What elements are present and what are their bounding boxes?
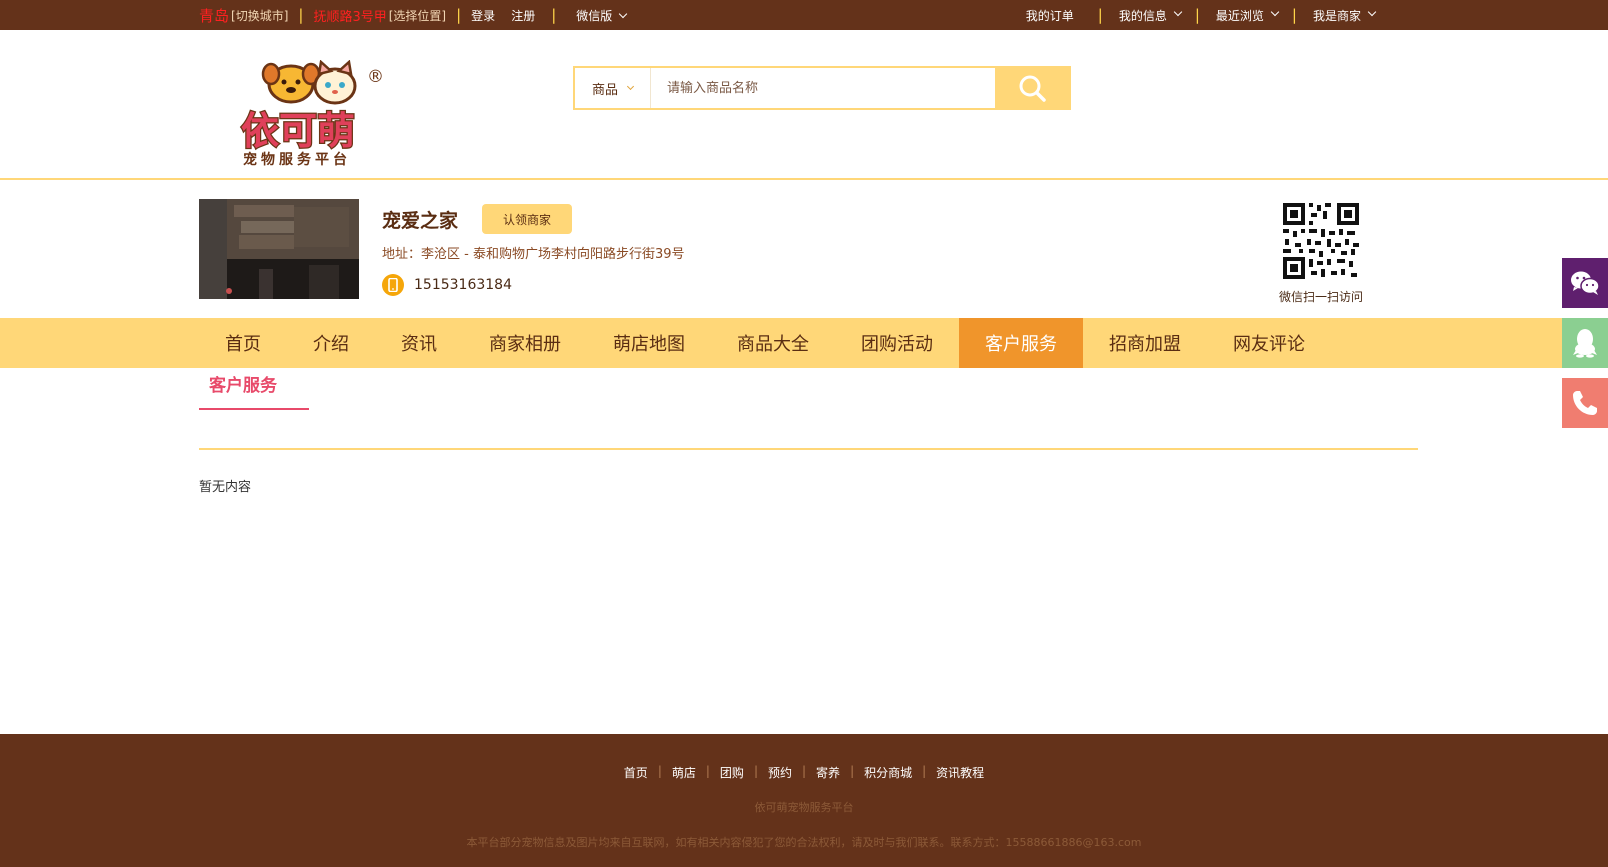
footer-link-shops[interactable]: 萌店 [672,766,696,780]
top-bar-right: 我的订单 | 我的信息 | 最近浏览 | 我是商家 [1026,0,1377,30]
register-link[interactable]: 注册 [511,7,535,24]
my-info-label: 我的信息 [1118,8,1167,23]
top-bar-left: 青岛 [切换城市] | 抚顺路3号甲 [选择位置] | 登录 注册 | 微信版 [199,0,628,30]
divider: | [1291,6,1297,24]
store-phone-number: 15153163184 [414,277,512,293]
qq-penguin-icon [1573,329,1597,358]
nav-item-franchise[interactable]: 招商加盟 [1083,318,1207,368]
footer-link-boarding[interactable]: 寄养 [816,766,840,780]
header: ® 依可萌 宠物服务平台 商品 [0,30,1608,180]
store-nav: 首页 介绍 资讯 商家相册 萌店地图 商品大全 团购活动 客户服务 招商加盟 网… [0,318,1608,368]
divider: | [1194,6,1200,24]
store-photo [199,199,359,299]
qr-code [1281,201,1361,281]
search-button[interactable] [995,68,1069,108]
divider: | [850,764,855,778]
qr-code-label: 微信扫一扫访问 [1278,290,1363,304]
search-bar: 商品 [573,66,1071,110]
my-info-menu[interactable]: 我的信息 [1118,7,1183,24]
nav-item-news[interactable]: 资讯 [375,318,463,368]
nav-item-home[interactable]: 首页 [199,318,287,368]
divider: | [705,764,710,778]
current-location: 抚顺路3号甲 [313,9,387,25]
merchant-menu[interactable]: 我是商家 [1312,7,1377,24]
recent-browse-label: 最近浏览 [1215,8,1264,23]
divider: | [1097,6,1103,24]
chevron-down-icon [1367,7,1377,17]
footer-disclaimer: 本平台部分宠物信息及图片均来自互联网，如有相关内容侵犯了您的合法权利，请及时与我… [466,836,1142,849]
merchant-label: 我是商家 [1312,8,1361,23]
divider: | [657,764,662,778]
footer: 首页 | 萌店 | 团购 | 预约 | 寄养 | 积分商城 | 资讯教程 依可萌… [0,734,1608,867]
my-orders-link[interactable]: 我的订单 [1026,7,1074,24]
wechat-version-menu[interactable]: 微信版 [576,7,628,24]
store-photo-image [199,199,359,299]
store-info: 宠爱之家 认领商家 地址：李沧区 - 泰和购物广场李村向阳路步行街39号 151… [0,182,1608,318]
qr-code-icon [1281,201,1361,281]
search-category-label: 商品 [591,82,618,98]
switch-city-link[interactable]: [切换城市] [231,7,288,24]
wechat-float-button[interactable] [1562,258,1608,308]
footer-site-name: 依可萌宠物服务平台 [754,801,854,814]
footer-link-home[interactable]: 首页 [624,766,648,780]
chevron-down-icon [1173,7,1183,17]
phone-float-button[interactable] [1562,378,1608,428]
nav-item-products[interactable]: 商品大全 [711,318,835,368]
empty-content-text: 暂无内容 [199,480,252,495]
divider: | [922,764,927,778]
store-phone: 15153163184 [382,274,512,296]
nav-item-intro[interactable]: 介绍 [287,318,375,368]
registered-mark: ® [367,67,384,87]
chevron-down-icon [619,9,628,18]
top-bar: 青岛 [切换城市] | 抚顺路3号甲 [选择位置] | 登录 注册 | 微信版 … [0,0,1608,30]
section-title: 客户服务 [199,368,309,410]
footer-link-booking[interactable]: 预约 [768,766,792,780]
logo-tagline: 宠物服务平台 [243,151,351,168]
footer-link-points-mall[interactable]: 积分商城 [864,766,912,780]
qq-float-button[interactable] [1562,318,1608,368]
nav-item-map[interactable]: 萌店地图 [587,318,711,368]
divider: | [456,6,462,24]
choose-location-link[interactable]: [选择位置] [389,7,446,24]
logo-name: 依可萌 [241,109,355,153]
nav-item-reviews[interactable]: 网友评论 [1207,318,1331,368]
chevron-down-icon [1270,7,1280,17]
wechat-icon [1571,271,1600,295]
current-city: 青岛 [199,6,230,25]
search-input[interactable] [651,68,995,108]
phone-icon [1573,391,1597,415]
nav-item-customer-service[interactable]: 客户服务 [959,318,1083,368]
nav-item-album[interactable]: 商家相册 [463,318,587,368]
login-link[interactable]: 登录 [471,7,495,24]
store-name: 宠爱之家 [382,210,459,232]
wechat-version-label: 微信版 [576,8,613,23]
divider: | [753,764,758,778]
footer-link-group-buy[interactable]: 团购 [720,766,744,780]
footer-link-tutorials[interactable]: 资讯教程 [936,766,984,780]
search-icon [1019,75,1046,102]
chevron-down-icon [626,82,635,90]
claim-merchant-button[interactable]: 认领商家 [482,204,572,234]
divider: | [802,764,807,778]
footer-links: 首页 | 萌店 | 团购 | 预约 | 寄养 | 积分商城 | 资讯教程 [0,764,1608,781]
cat-dog-logo-icon: ® 依可萌 宠物服务平台 [240,59,384,168]
search-category-select[interactable]: 商品 [575,68,651,108]
divider: | [551,6,557,24]
content-divider [199,448,1418,450]
recent-browse-menu[interactable]: 最近浏览 [1215,7,1280,24]
store-address: 地址：李沧区 - 泰和购物广场李村向阳路步行街39号 [382,247,685,262]
site-logo[interactable]: ® 依可萌 宠物服务平台 [239,59,389,168]
mobile-phone-icon [382,274,404,296]
store-nav-list: 首页 介绍 资讯 商家相册 萌店地图 商品大全 团购活动 客户服务 招商加盟 网… [199,318,1331,368]
nav-item-group-buy[interactable]: 团购活动 [835,318,959,368]
divider: | [298,6,304,24]
